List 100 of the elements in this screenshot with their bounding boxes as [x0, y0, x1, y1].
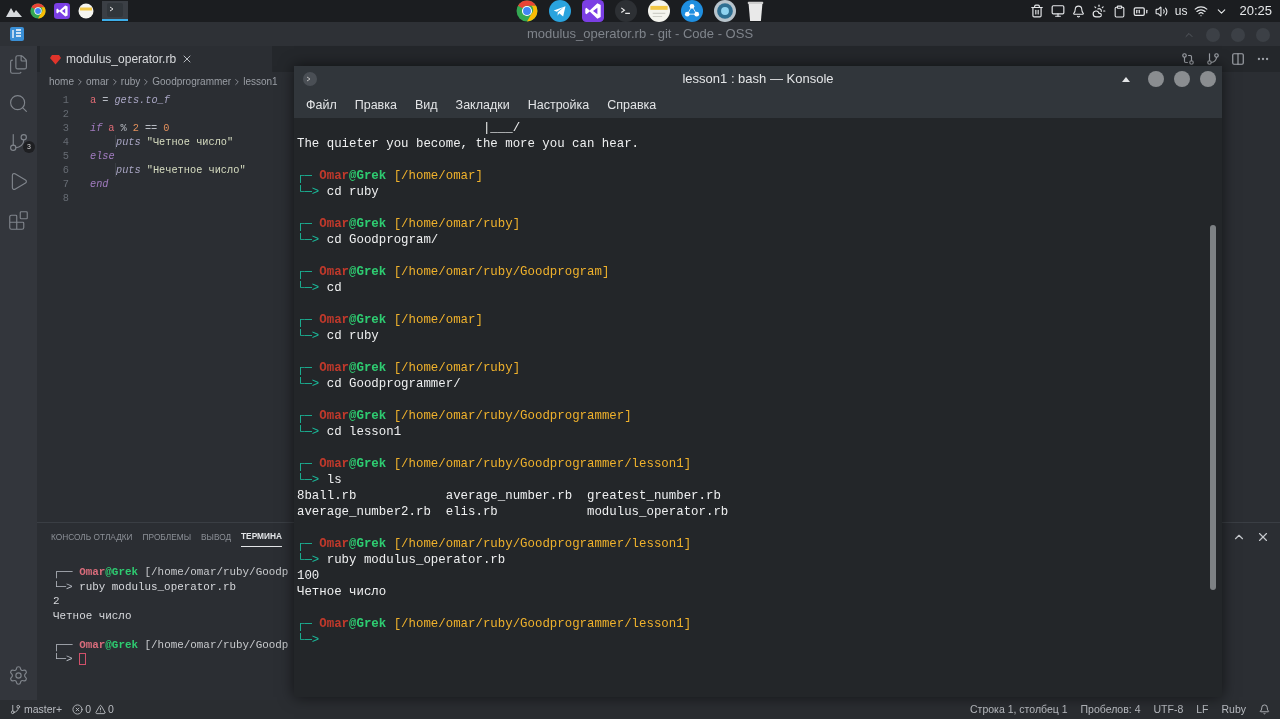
terminal-output: Четное число — [297, 585, 387, 599]
terminal-command: cd — [326, 280, 342, 296]
clock[interactable]: 20:25 — [1239, 1, 1272, 21]
menu-item[interactable]: Справка — [598, 95, 666, 115]
close-button[interactable] — [1200, 71, 1216, 87]
terminal-cursor — [79, 653, 87, 666]
menu-item[interactable]: Правка — [345, 95, 406, 115]
prompt-path: [/home/omar/ruby/Goodprogrammer] — [392, 408, 632, 424]
volume-icon[interactable] — [1154, 4, 1168, 18]
terminal-icon[interactable] — [615, 0, 637, 22]
code-editor-icon[interactable] — [54, 3, 70, 19]
bell-icon[interactable] — [1071, 4, 1085, 18]
line-number: 2 — [61, 107, 69, 121]
prompt-corner: ┌─ — [297, 408, 313, 424]
terminal-command: cd Goodprogrammer/ — [326, 376, 461, 392]
breadcrumb-item[interactable]: omar — [86, 74, 109, 89]
webcam-icon[interactable] — [714, 0, 736, 22]
split-editor-icon[interactable] — [1231, 52, 1245, 66]
close-icon[interactable] — [1256, 530, 1270, 544]
prompt-corner: ┌─ — [297, 536, 313, 552]
panel-tab[interactable]: ПРОБЛЕМЫ — [142, 527, 191, 547]
prompt-corner: ┌─ — [297, 456, 313, 472]
code-line: a = gets.to_f — [90, 93, 170, 107]
keep-above-icon[interactable] — [1122, 76, 1130, 82]
terminal-output: The quieter you become, the more you can hear. — [297, 137, 640, 151]
extensions-icon[interactable] — [8, 210, 29, 231]
git-branch-icon[interactable] — [8, 132, 29, 153]
warning-icon[interactable] — [95, 704, 107, 715]
breadcrumb-item[interactable]: lesson1 — [243, 74, 278, 89]
menu-item[interactable]: Настройка — [518, 95, 599, 115]
status-item[interactable]: UTF-8 — [1153, 701, 1184, 718]
menu-item[interactable]: Файл — [297, 95, 346, 115]
prompt-arrow: └─> — [297, 184, 321, 200]
prompt-path: [/home/omar/ruby/Goodprogrammer/lesson1] — [392, 536, 692, 552]
prompt-arrow: └─> — [53, 652, 74, 667]
editor-tab[interactable]: modulus_operator.rb — [40, 46, 272, 72]
terminal-command: cd ruby — [326, 184, 379, 200]
prompt-user-host: Omar@Grek — [319, 168, 387, 184]
notes-icon[interactable] — [648, 0, 670, 22]
error-icon[interactable] — [72, 704, 84, 715]
settings-icon[interactable] — [8, 665, 29, 686]
keyboard-layout[interactable]: us — [1174, 2, 1188, 20]
maximize-button[interactable] — [1174, 71, 1190, 87]
prompt-corner: ┌─ — [297, 312, 313, 328]
status-item[interactable]: Строка 1, столбец 1 — [970, 701, 1068, 718]
error-count[interactable]: 0 — [85, 701, 92, 718]
terminal-output: Четное число — [53, 609, 132, 622]
prompt-corner: ┌── — [53, 565, 74, 580]
clipboard-icon[interactable] — [1112, 4, 1126, 18]
panel-tab[interactable]: ВЫВОД — [201, 527, 232, 547]
git-branch-icon[interactable] — [1206, 52, 1220, 66]
prompt-arrow: └─> — [297, 328, 321, 344]
status-item[interactable]: LF — [1196, 701, 1209, 718]
breadcrumb-item[interactable]: home — [49, 74, 74, 89]
prompt-corner: ┌─ — [297, 168, 313, 184]
prompt-arrow: └─> — [297, 280, 321, 296]
prompt-user-host: Omar@Grek — [319, 408, 387, 424]
prompt-user-host: Omar@Grek — [79, 565, 138, 580]
menu-item[interactable]: Вид — [405, 95, 447, 115]
code-line: puts "Четное число" — [115, 135, 234, 149]
branch-name[interactable]: master+ — [24, 701, 63, 718]
browser-icon[interactable] — [30, 3, 46, 19]
prompt-path: [/home/omar] — [392, 312, 483, 328]
paper-plane-icon[interactable] — [549, 0, 571, 22]
window-title: lesson1 : bash — Konsole — [682, 70, 834, 89]
browser-icon[interactable] — [516, 0, 538, 22]
terminal-command: cd lesson1 — [326, 424, 402, 440]
wifi-icon[interactable] — [1194, 4, 1209, 18]
monitor-icon[interactable] — [1050, 4, 1065, 18]
prompt-user-host: Omar@Grek — [319, 456, 387, 472]
warning-count[interactable]: 0 — [108, 701, 114, 718]
panel-tab[interactable]: ТЕРМИНА — [241, 527, 282, 547]
share-icon[interactable] — [681, 0, 703, 22]
breadcrumb-item[interactable]: Goodprogrammer — [152, 74, 232, 89]
line-number: 8 — [61, 191, 69, 205]
panel-tab[interactable]: КОНСОЛЬ ОТЛАДКИ — [51, 527, 133, 547]
code-editor-icon[interactable] — [582, 0, 604, 22]
status-item[interactable]: Пробелов: 4 — [1080, 701, 1141, 718]
search-icon[interactable] — [8, 93, 29, 114]
notes-icon[interactable] — [78, 3, 94, 19]
trash-icon[interactable] — [747, 0, 764, 22]
terminal-app-icon — [303, 72, 317, 86]
terminal-output: average_number2.rb elis.rb modulus_operator.rb — [297, 505, 729, 519]
prompt-arrow: └─> — [297, 424, 321, 440]
status-item[interactable]: Ruby — [1221, 701, 1246, 718]
terminal-task[interactable] — [102, 1, 128, 21]
breadcrumb-item[interactable]: ruby — [120, 74, 141, 89]
compare-icon[interactable] — [1181, 52, 1195, 66]
trash-icon[interactable] — [1029, 4, 1044, 18]
prompt-path: [/home/omar/ruby/Goodprogrammer/lesson1] — [392, 456, 692, 472]
git-branch-icon[interactable] — [10, 704, 21, 715]
weather-icon[interactable] — [1091, 4, 1106, 18]
prompt-path: [/home/omar/ruby/Goodprogrammer/lesson1] — [392, 616, 692, 632]
app-icon — [10, 27, 24, 41]
chevron-icon — [75, 76, 85, 87]
files-icon[interactable] — [8, 54, 29, 75]
code-line: puts "Нечетное число" — [115, 163, 246, 177]
minimize-button[interactable] — [1148, 71, 1164, 87]
code-line: if a % 2 == 0 — [90, 121, 170, 135]
menu-item[interactable]: Закладки — [446, 95, 519, 115]
